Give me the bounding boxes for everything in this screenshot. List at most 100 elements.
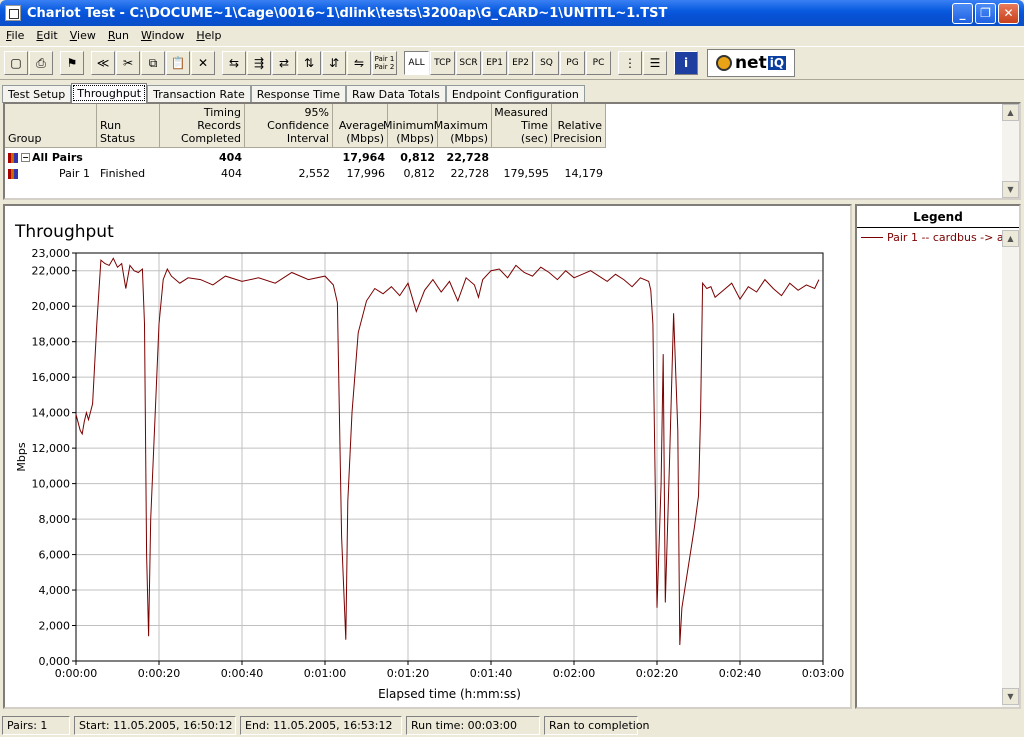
tab-endpoint-configuration[interactable]: Endpoint Configuration (445, 85, 585, 103)
netiq-logo: net iQ (707, 49, 795, 77)
scroll-down-icon[interactable]: ▼ (1002, 688, 1019, 705)
legend-scrollbar[interactable]: ▲ ▼ (1002, 230, 1019, 707)
scroll-down-icon[interactable]: ▼ (1002, 181, 1019, 198)
scroll-up-icon[interactable]: ▲ (1002, 104, 1019, 121)
plot-frame (75, 252, 824, 662)
back-icon[interactable]: ≪ (91, 51, 115, 75)
x-axis-ticks: 0:00:00 0:00:20 0:00:40 0:01:00 0:01:20 0:01:… (55, 661, 844, 680)
menu-run[interactable]: Run (102, 29, 135, 42)
tab-test-setup[interactable]: Test Setup (2, 85, 72, 103)
x-tick-label: 0:00:00 (55, 667, 97, 680)
copy-icon[interactable]: ⧉ (141, 51, 165, 75)
filter-pg-button[interactable]: PG (560, 51, 585, 75)
col-group[interactable]: Group (5, 104, 97, 148)
y-tick-label: 23,000 (32, 247, 71, 260)
menu-file[interactable]: File (0, 29, 30, 42)
row-maximum: 22,728 (450, 166, 490, 180)
add-pair-icon[interactable]: ⇆ (222, 51, 246, 75)
run-icon[interactable]: ⚑ (60, 51, 84, 75)
filter-all-button[interactable]: ALL (404, 51, 429, 75)
menu-view[interactable]: View (64, 29, 102, 42)
collapse-icon[interactable]: − (21, 153, 30, 162)
cut-icon[interactable]: ✂ (116, 51, 140, 75)
row-timing-records: 404 (219, 150, 242, 164)
new-icon[interactable]: ▢ (4, 51, 28, 75)
tab-transaction-rate[interactable]: Transaction Rate (147, 85, 251, 103)
y-tick-label: 20,000 (32, 300, 71, 313)
row-confidence: 2,552 (298, 166, 331, 180)
close-button[interactable]: ✕ (998, 2, 1019, 24)
status-start: Start: 11.05.2005, 16:50:12 (74, 716, 236, 735)
grid-icon[interactable]: ⋮ (618, 51, 642, 75)
col-measured-time[interactable]: Measured Time (sec) (492, 104, 552, 148)
status-run-time: Run time: 00:03:00 (406, 716, 540, 735)
legend-entry-pair-1[interactable]: Pair 1 -- cardbus -> ap (857, 228, 1019, 247)
y-tick-label: 18,000 (32, 336, 71, 349)
y-tick-label: 4,000 (39, 584, 71, 597)
x-tick-label: 0:01:00 (304, 667, 346, 680)
col-precision[interactable]: Relative Precision (552, 104, 606, 148)
chart-title: Throughput (14, 222, 114, 242)
tab-response-time[interactable]: Response Time (250, 85, 346, 103)
filter-ep2-button[interactable]: EP2 (508, 51, 533, 75)
x-tick-label: 0:02:40 (719, 667, 761, 680)
paste-icon[interactable]: 📋 (166, 51, 190, 75)
report-icon[interactable]: ☰ (643, 51, 667, 75)
add-multicast-icon[interactable]: ⇶ (247, 51, 271, 75)
col-confidence[interactable]: 95% Confidence Interval (245, 104, 333, 148)
row-average: 17,964 (342, 150, 385, 164)
tab-strip: Test Setup Throughput Transaction Rate R… (2, 83, 585, 103)
legend-entry-label: Pair 1 -- cardbus -> ap (887, 231, 1011, 244)
table-row-pair-1[interactable]: Pair 1 Finished 404 2,552 17,996 0,812 2… (5, 165, 606, 181)
col-minimum[interactable]: Minimum (Mbps) (383, 104, 438, 148)
tab-raw-data-totals[interactable]: Raw Data Totals (346, 85, 446, 103)
row-precision: 14,179 (564, 166, 604, 180)
status-result: Ran to completion (544, 716, 650, 735)
row-minimum: 0,812 (400, 150, 435, 164)
table-scrollbar[interactable]: ▲ ▼ (1002, 104, 1019, 198)
network-icon[interactable]: ⇅ (297, 51, 321, 75)
filter-sq-button[interactable]: SQ (534, 51, 559, 75)
filter-scr-button[interactable]: SCR (456, 51, 481, 75)
x-axis-label: Elapsed time (h:mm:ss) (378, 687, 521, 701)
delete-icon[interactable]: ✕ (191, 51, 215, 75)
filter-pc-button[interactable]: PC (586, 51, 611, 75)
row-measured-time: 179,595 (503, 166, 550, 180)
pair-toggle-button[interactable]: Pair 1 Pair 2 (372, 51, 397, 75)
minimize-button[interactable]: _ (952, 2, 973, 24)
y-tick-label: 8,000 (39, 513, 71, 526)
series-line-pair-1 (75, 257, 820, 646)
pair-icon (8, 168, 18, 179)
scroll-up-icon[interactable]: ▲ (1002, 230, 1019, 247)
filter-tcp-button[interactable]: TCP (430, 51, 455, 75)
filter-ep1-button[interactable]: EP1 (482, 51, 507, 75)
table-row-all-pairs[interactable]: − All Pairs 404 17,964 0,812 22,728 (5, 149, 606, 165)
menu-edit[interactable]: Edit (30, 29, 63, 42)
x-tick-label: 0:02:20 (636, 667, 678, 680)
row-timing-records: 404 (221, 166, 242, 180)
col-average[interactable]: Average (Mbps) (333, 104, 388, 148)
row-group-cell: − All Pairs (5, 151, 97, 164)
restore-button[interactable]: ❐ (975, 2, 996, 24)
info-icon[interactable]: i (674, 51, 698, 75)
col-run-status[interactable]: Run Status (97, 104, 160, 148)
tab-throughput[interactable]: Throughput (71, 83, 148, 103)
menu-help[interactable]: Help (190, 29, 227, 42)
network-edit-icon[interactable]: ⇵ (322, 51, 346, 75)
network-script-icon[interactable]: ⇋ (347, 51, 371, 75)
y-tick-label: 14,000 (32, 407, 71, 420)
y-tick-label: 2,000 (39, 620, 71, 633)
col-maximum[interactable]: Maximum (Mbps) (434, 104, 492, 148)
menu-bar: File Edit View Run Window Help (0, 26, 1024, 45)
group-icon (8, 152, 18, 163)
status-bar: Pairs: 1 Start: 11.05.2005, 16:50:12 End… (0, 714, 1024, 737)
app-icon (5, 5, 21, 21)
col-timing-records[interactable]: Timing Records Completed (160, 104, 245, 148)
print-icon[interactable]: ⎙ (29, 51, 53, 75)
x-tick-label: 0:01:20 (387, 667, 429, 680)
throughput-chart: Throughput 0,0002,0004,0006,0008,00010,0… (14, 222, 844, 701)
y-tick-label: 6,000 (39, 549, 71, 562)
menu-window[interactable]: Window (135, 29, 190, 42)
edit-pair-icon[interactable]: ⇄ (272, 51, 296, 75)
x-tick-label: 0:03:00 (802, 667, 844, 680)
